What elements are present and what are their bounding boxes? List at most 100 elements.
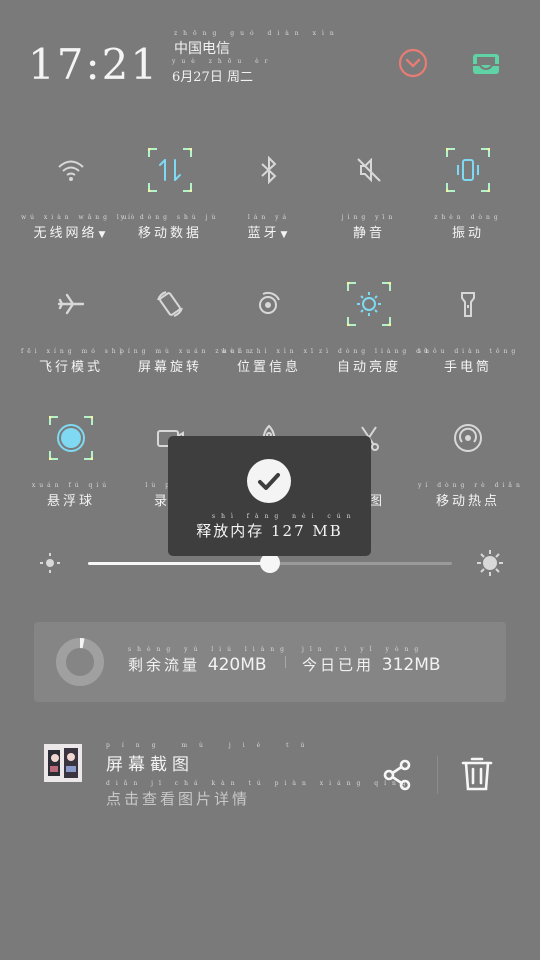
- tile-label: zhèn dòng 振动: [418, 214, 518, 241]
- tile-label-text: 移动热点: [435, 494, 500, 509]
- tile-label: píng mù xuán zhuǎn 屏幕旋转: [120, 348, 250, 375]
- tile-label: xuán fú qiú 悬浮球: [21, 482, 121, 509]
- notification-subtitle-pinyin: diǎn jī chá kàn tú piàn xiáng qíng: [106, 780, 412, 787]
- data-usage-ring: [56, 638, 104, 686]
- remaining-data: shèng yú liú liàng 剩余流量 420MB: [128, 646, 284, 675]
- hotspot-icon: [446, 416, 490, 460]
- brightness-low-icon: [40, 553, 60, 573]
- today-data: jīn rì yǐ yòng 今日已用 312MB: [302, 646, 441, 675]
- tile-bluetooth[interactable]: lán yá 蓝牙▼: [219, 148, 319, 258]
- tile-pinyin: wú xiàn wǎng luò: [21, 214, 139, 221]
- tile-label-text: 静音: [352, 226, 385, 241]
- notification-title-pinyin: píng mù jié tú: [106, 742, 317, 749]
- carrier-name: zhōng guó diàn xìn 中国电信: [174, 30, 334, 58]
- wifi-icon: [49, 148, 93, 192]
- remaining-value: 420MB: [207, 655, 267, 675]
- tile-label-text: 无线网络: [33, 226, 98, 241]
- rotate-icon: [148, 282, 192, 326]
- tile-label-text: 屏幕旋转: [137, 360, 202, 375]
- screenshot-thumbnail[interactable]: [44, 744, 82, 782]
- tile-pinyin: xuán fú qiú: [31, 482, 111, 489]
- delete-button[interactable]: [460, 756, 494, 792]
- tile-label: yí dòng rè diǎn 移动热点: [418, 482, 520, 509]
- notification-inbox-button[interactable]: [470, 50, 502, 78]
- inbox-tray-icon: [473, 54, 499, 74]
- auto-brightness-icon: [347, 282, 391, 326]
- tile-label-text: 飞行模式: [38, 360, 103, 375]
- tile-float-ball[interactable]: xuán fú qiú 悬浮球: [21, 416, 121, 526]
- airplane-icon: [49, 282, 93, 326]
- tile-label-text: 手电筒: [443, 360, 492, 375]
- tile-label-text: 移动数据: [137, 226, 202, 241]
- remaining-label: 剩余流量: [128, 656, 201, 674]
- mobile-data-icon: [148, 148, 192, 192]
- notification-subtitle[interactable]: diǎn jī chá kàn tú piàn xiáng qíng 点击查看图…: [106, 780, 406, 809]
- tile-label: wèi zhì xìn xī 位置信息: [219, 348, 319, 375]
- clock-time: 17:21: [28, 40, 160, 89]
- today-label: 今日已用: [302, 656, 375, 674]
- today-value: 312MB: [381, 655, 441, 675]
- trash-icon: [461, 757, 493, 791]
- tile-wifi[interactable]: wú xiàn wǎng luò 无线网络▼: [21, 148, 134, 258]
- tile-label: zì dòng liàng dù 自动亮度: [319, 348, 428, 375]
- tile-flashlight[interactable]: shǒu diàn tǒng 手电筒: [418, 282, 518, 392]
- chevron-down-circle-icon: [398, 48, 428, 78]
- share-button[interactable]: [380, 758, 414, 792]
- today-pinyin: jīn rì yǐ yòng: [302, 646, 425, 653]
- check-circle-icon: [247, 459, 291, 503]
- date-label: 6月27日 周二: [172, 70, 253, 85]
- brightness-slider-thumb[interactable]: [260, 553, 280, 573]
- tile-auto-brightness[interactable]: zì dòng liàng dù 自动亮度: [319, 282, 428, 392]
- tile-pinyin: jìng yīn: [341, 214, 397, 221]
- tile-pinyin: píng mù xuán zhuǎn: [120, 348, 254, 355]
- notification-title-text: 屏幕截图: [106, 755, 194, 775]
- brightness-high-icon: [477, 550, 503, 576]
- tile-mute[interactable]: jìng yīn 静音: [319, 148, 419, 258]
- tile-pinyin: zì dòng liàng dù: [319, 348, 432, 355]
- tile-mobile-data[interactable]: yí dòng shù jù 移动数据: [120, 148, 220, 258]
- vibrate-icon: [446, 148, 490, 192]
- tile-label: shǒu diàn tǒng 手电筒: [418, 348, 518, 375]
- dropdown-caret-icon[interactable]: ▼: [99, 230, 109, 240]
- location-icon: [247, 282, 291, 326]
- tile-label: fēi xíng mó shì 飞行模式: [21, 348, 122, 375]
- mute-icon: [347, 148, 391, 192]
- brightness-slider-fill: [88, 562, 270, 565]
- toast-message-text: 释放内存 127 MB: [196, 522, 343, 540]
- dropdown-caret-icon[interactable]: ▼: [281, 230, 291, 240]
- notification-subtitle-text: 点击查看图片详情: [106, 790, 251, 808]
- tile-label: lán yá 蓝牙▼: [219, 214, 319, 241]
- tile-airplane[interactable]: fēi xíng mó shì 飞行模式: [21, 282, 122, 392]
- memory-released-toast: shì fàng nèi cún 释放内存 127 MB: [168, 436, 371, 556]
- date-line: yuè zhōu èr 6月27日 周二: [172, 58, 268, 85]
- bluetooth-icon: [247, 148, 291, 192]
- tile-pinyin: shǒu diàn tǒng: [418, 348, 520, 355]
- carrier-pinyin: zhōng guó diàn xìn: [174, 30, 340, 37]
- tile-rotate[interactable]: píng mù xuán zhuǎn 屏幕旋转: [120, 282, 250, 392]
- tile-label-text: 蓝牙: [247, 226, 280, 241]
- dismiss-all-button[interactable]: [398, 48, 428, 78]
- data-usage-card[interactable]: shèng yú liú liàng 剩余流量 420MB jīn rì yǐ …: [34, 622, 506, 702]
- tile-location[interactable]: wèi zhì xìn xī 位置信息: [219, 282, 319, 392]
- tile-label: yí dòng shù jù 移动数据: [120, 214, 220, 241]
- tile-label-text: 悬浮球: [46, 494, 95, 509]
- tile-vibrate[interactable]: zhèn dòng 振动: [418, 148, 518, 258]
- remaining-pinyin: shèng yú liú liàng: [128, 646, 290, 653]
- tile-label-text: 位置信息: [236, 360, 301, 375]
- carrier-label: 中国电信: [174, 41, 230, 57]
- tile-pinyin: yí dòng rè diǎn: [418, 482, 524, 489]
- date-pinyin: yuè zhōu èr: [172, 58, 274, 65]
- tile-label: jìng yīn 静音: [319, 214, 419, 241]
- notification-title[interactable]: píng mù jié tú 屏幕截图: [106, 742, 304, 775]
- toast-message: shì fàng nèi cún 释放内存 127 MB: [168, 513, 371, 541]
- notification-divider: [437, 756, 438, 794]
- tile-pinyin: yí dòng shù jù: [120, 214, 220, 221]
- tile-pinyin: zhèn dòng: [434, 214, 502, 221]
- tile-label-text: 振动: [451, 226, 484, 241]
- float-ball-icon: [49, 416, 93, 460]
- tile-label-text: 自动亮度: [336, 360, 401, 375]
- tile-hotspot[interactable]: yí dòng rè diǎn 移动热点: [418, 416, 520, 526]
- share-icon: [383, 759, 411, 791]
- tile-pinyin: wèi zhì xìn xī: [221, 348, 317, 355]
- tile-label: wú xiàn wǎng luò 无线网络▼: [21, 214, 134, 241]
